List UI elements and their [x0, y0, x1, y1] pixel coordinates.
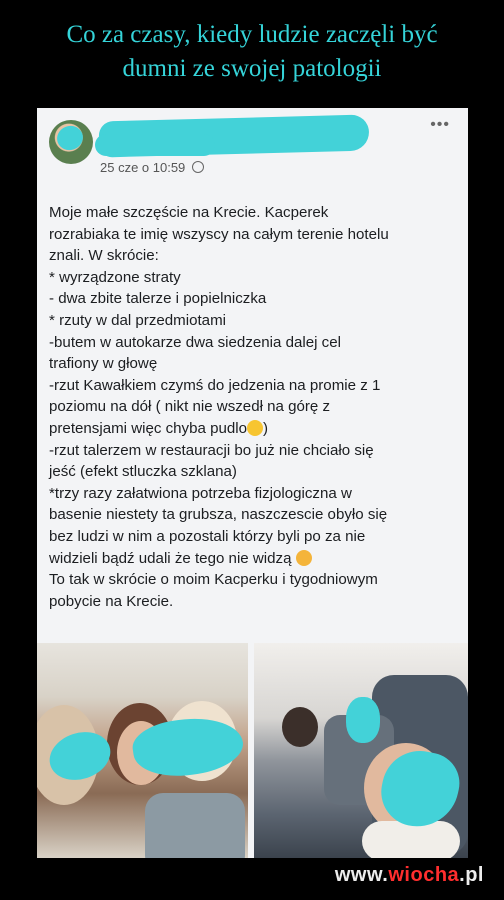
face — [282, 707, 318, 747]
post-line: rozrabiaka te imię wszyscy na całym tere… — [49, 225, 389, 243]
post-line: pretensjami więc chyba pudlo) — [49, 418, 461, 440]
headline-line-1: Co za czasy, kiedy ludzie zaczęli być — [66, 21, 438, 48]
post-photo-left[interactable] — [37, 643, 248, 858]
face — [362, 821, 460, 858]
headline-line-2: dumni ze swojej patologii — [122, 55, 382, 82]
post-line: * rzuty w dal przedmiotami — [49, 311, 226, 329]
post-line: jeść (efekt stluczka szklana) — [49, 463, 237, 481]
facebook-post-card: ••• 25 cze o 10:59 Moje małe szczęście n… — [37, 108, 468, 858]
name-censor-scribble — [95, 134, 215, 156]
post-line: -rzut talerzem w restauracji bo już nie … — [49, 441, 374, 459]
post-line: poziomu na dół ( nikt nie wszedł na górę… — [49, 398, 331, 416]
post-line: widzieli bądź udali że tego nie widzą — [49, 548, 461, 570]
post-line: - dwa zbite talerze i popielniczka — [49, 290, 267, 308]
post-timestamp[interactable]: 25 cze o 10:59 — [100, 160, 185, 175]
post-line: Moje małe szczęście na Krecie. Kacperek — [49, 204, 329, 221]
watermark-post: .pl — [459, 864, 484, 886]
post-line: basenie niestety ta grubsza, naszczescie… — [49, 506, 388, 524]
post-line: bez ludzi w nim a pozostali którzy byli … — [49, 527, 366, 545]
watermark-brand: wiocha — [388, 864, 460, 886]
post-line: -rzut Kawałkiem czymś do jedzenia na pro… — [49, 376, 381, 394]
watermark: www.wiocha.pl — [335, 864, 484, 887]
post-line: *trzy razy załatwiona potrzeba fizjologi… — [49, 484, 352, 502]
shirt — [145, 793, 245, 858]
more-options-icon[interactable]: ••• — [430, 116, 450, 134]
post-line-text: pretensjami więc chyba pudlo — [49, 419, 248, 437]
post-line: znali. W skrócie: — [49, 247, 159, 265]
post-line-suffix: ) — [263, 419, 269, 437]
smile-emoji-icon — [247, 419, 264, 436]
globe-icon — [191, 161, 204, 173]
post-line: -butem w autokarze dwa siedzenia dalej c… — [49, 333, 341, 351]
watermark-pre: www. — [334, 864, 389, 886]
headline: Co za czasy, kiedy ludzie zaczęli być du… — [0, 18, 504, 86]
post-text: Moje małe szczęście na Krecie. Kacperek … — [49, 202, 461, 612]
post-line: pobycie na Krecie. — [49, 592, 174, 610]
post-line: * wyrządzone straty — [49, 268, 181, 286]
face-censor-blob — [346, 697, 380, 743]
post-line-text: widzieli bądź udali że tego nie widzą — [49, 549, 292, 567]
censor-blot — [53, 122, 87, 154]
post-meta: 25 cze o 10:59 — [100, 160, 204, 175]
avatar[interactable] — [49, 120, 93, 164]
kiss-emoji-icon — [295, 549, 312, 566]
post-photo-right[interactable] — [254, 643, 468, 858]
post-line: trafiony w głowę — [49, 355, 158, 373]
post-line: To tak w skrócie o moim Kacperku i tygod… — [49, 571, 378, 589]
